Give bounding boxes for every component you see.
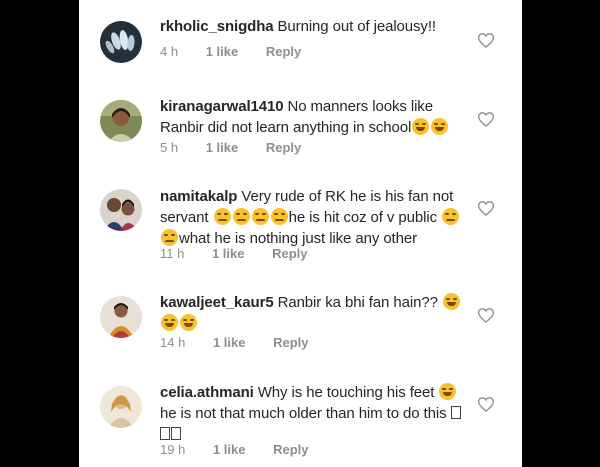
avatar[interactable] [100,21,142,63]
comment-time: 19 h [160,442,186,457]
comment-likes[interactable]: 1 like [213,442,246,457]
comment-body-part1: Why is he touching his feet [257,384,435,401]
sad-emoji [270,208,288,225]
avatar[interactable] [100,100,142,142]
reply-button[interactable]: Reply [272,246,307,261]
heart-icon[interactable] [478,201,494,216]
comment-body-part2: he is not that much older than him to do… [160,405,447,422]
heart-icon[interactable] [478,308,494,323]
laugh-emoji [431,118,449,135]
comment-meta: 4 h 1 like Reply [160,44,301,59]
avatar[interactable] [100,296,142,338]
comment-username[interactable]: rkholic_snigdha [160,18,274,35]
comment-likes[interactable]: 1 like [206,44,239,59]
comment-time: 14 h [160,335,186,350]
comment-likes[interactable]: 1 like [212,246,245,261]
comment-body: Burning out of jealousy!! [277,18,437,35]
reply-button[interactable]: Reply [273,335,308,350]
unsupported-glyph-icon [160,427,170,440]
comment-time: 11 h [160,246,185,261]
comment-text: celia.athmani Why is he touching his feet… [160,382,465,445]
laugh-emoji [412,118,430,135]
avatar[interactable] [100,386,142,428]
unsupported-glyph-icon [171,427,181,440]
comment-text: kawaljeet_kaur5 Ranbir ka bhi fan hain?? [160,292,465,334]
sad-emoji [213,208,231,225]
heart-icon[interactable] [478,112,494,127]
comment-time: 4 h [160,44,179,59]
laugh-emoji [161,314,178,331]
comment-meta: 19 h 1 like Reply [160,442,309,457]
reply-button[interactable]: Reply [273,442,308,457]
comment-username[interactable]: kawaljeet_kaur5 [160,294,274,311]
comment-username[interactable]: namitakalp [160,188,237,205]
comment-meta: 11 h 1 like Reply [160,246,308,261]
comment-text: rkholic_snigdha Burning out of jealousy!! [160,16,465,37]
comment-username[interactable]: celia.athmani [160,384,254,401]
comment-body-part3: what he is nothing just like any other [179,230,418,247]
comment-body-part2: he is hit coz of v public [288,209,438,226]
grimace-emoji [439,383,457,400]
avatar[interactable] [100,189,142,231]
sad-emoji [232,208,250,225]
comment-username[interactable]: kiranagarwal1410 [160,98,284,115]
comment-likes[interactable]: 1 like [206,140,239,155]
sad-emoji [442,208,460,225]
reply-button[interactable]: Reply [266,44,301,59]
sad-emoji [161,229,178,246]
laugh-emoji [442,293,460,310]
comment-likes[interactable]: 1 like [213,335,246,350]
comment-meta: 14 h 1 like Reply [160,335,309,350]
reply-button[interactable]: Reply [266,140,301,155]
comment-meta: 5 h 1 like Reply [160,140,301,155]
comment-time: 5 h [160,140,179,155]
comment-body: Ranbir ka bhi fan hain?? [277,294,438,311]
comments-panel: rkholic_snigdha Burning out of jealousy!!… [79,0,522,467]
heart-icon[interactable] [478,397,494,412]
comment-text: kiranagarwal1410 No manners looks like Ra… [160,96,465,138]
laugh-emoji [180,314,197,331]
unsupported-glyph-icon [450,406,461,419]
comment-text: namitakalp Very rude of RK he is his fan … [160,186,465,249]
heart-icon[interactable] [478,33,494,48]
sad-emoji [251,208,269,225]
